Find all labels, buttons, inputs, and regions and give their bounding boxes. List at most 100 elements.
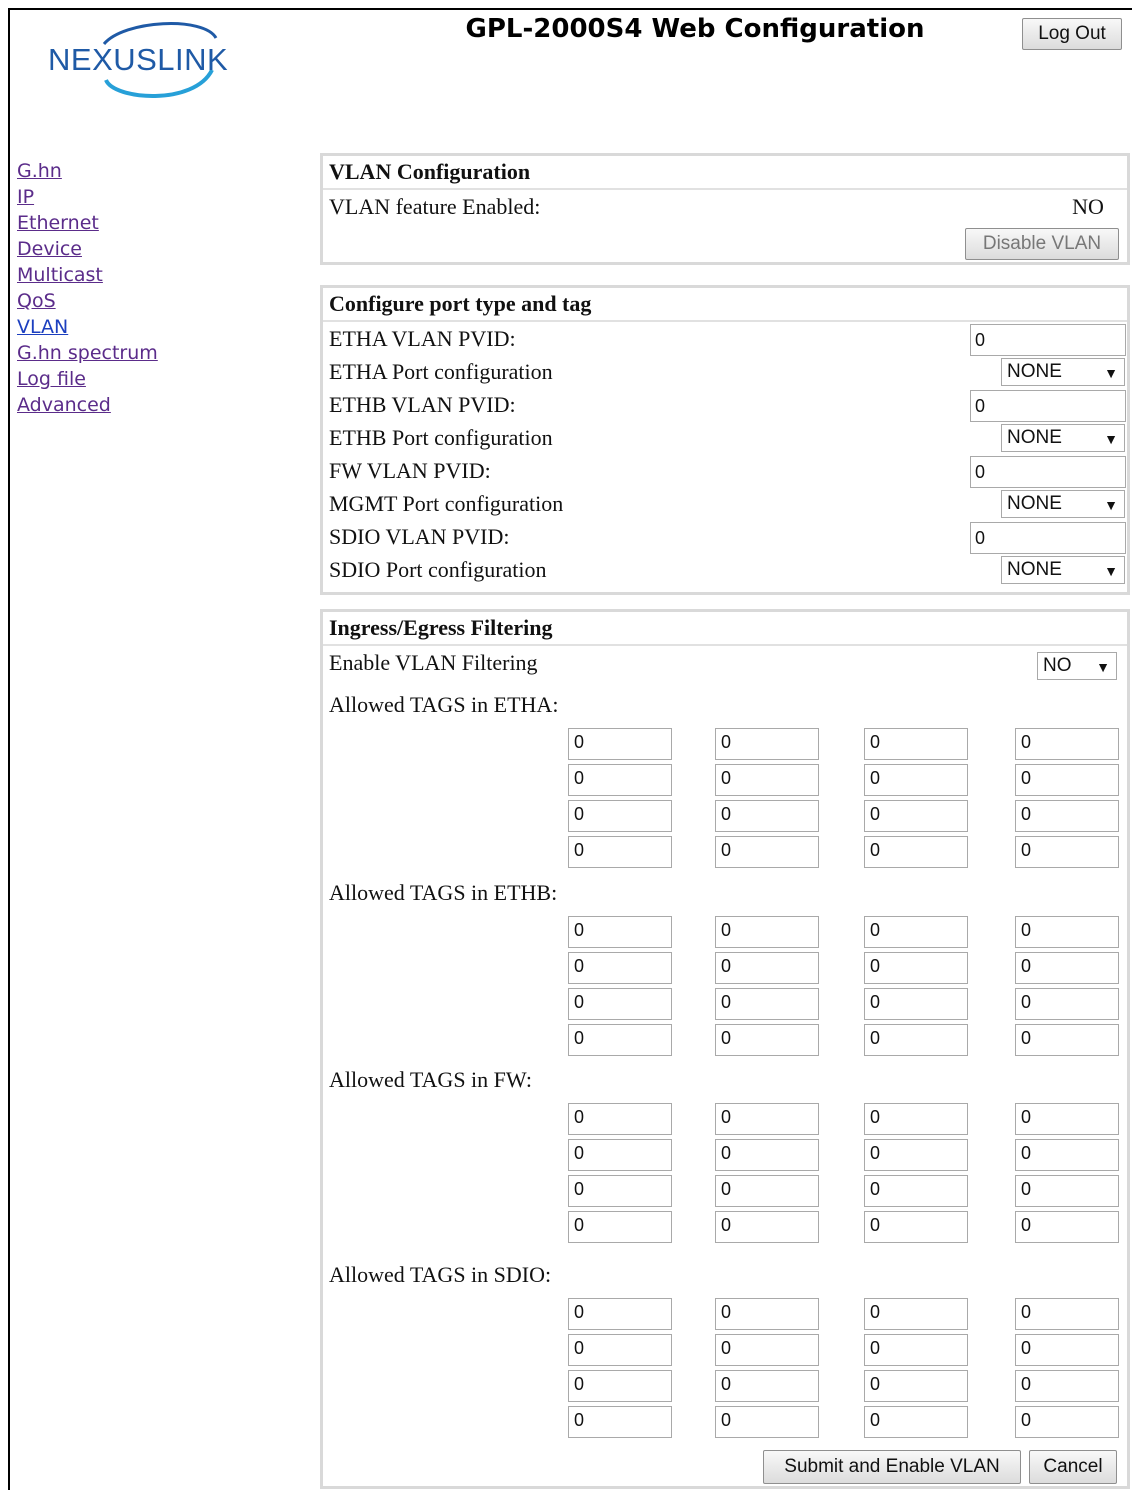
tag-input[interactable]: 0 xyxy=(715,764,819,796)
tag-input[interactable]: 0 xyxy=(715,1175,819,1207)
vlan-enabled-value: NO xyxy=(1072,194,1104,219)
tag-input[interactable]: 0 xyxy=(864,1406,968,1438)
tag-input[interactable]: 0 xyxy=(864,916,968,948)
tag-input[interactable]: 0 xyxy=(715,1370,819,1402)
vlan-enabled-label: VLAN feature Enabled: xyxy=(329,194,541,219)
nav-item-device[interactable]: Device xyxy=(17,236,158,262)
tag-input[interactable]: 0 xyxy=(864,1370,968,1402)
tag-input[interactable]: 0 xyxy=(864,988,968,1020)
port-config-label: SDIO Port configuration xyxy=(329,557,547,582)
tag-input[interactable]: 0 xyxy=(864,1211,968,1243)
tag-input[interactable]: 0 xyxy=(715,836,819,868)
cancel-button[interactable]: Cancel xyxy=(1029,1450,1117,1484)
pvid-input[interactable] xyxy=(970,324,1126,356)
tag-input[interactable]: 0 xyxy=(568,764,672,796)
port-config-row: SDIO VLAN PVID: xyxy=(323,520,1127,554)
port-config-row: ETHB VLAN PVID: xyxy=(323,388,1127,422)
tag-input[interactable]: 0 xyxy=(715,1211,819,1243)
tag-input[interactable]: 0 xyxy=(864,1139,968,1171)
tag-input[interactable]: 0 xyxy=(1015,1103,1119,1135)
tag-input[interactable]: 0 xyxy=(864,728,968,760)
tag-input[interactable]: 0 xyxy=(864,1175,968,1207)
tag-input[interactable]: 0 xyxy=(715,952,819,984)
tag-input[interactable]: 0 xyxy=(1015,952,1119,984)
tag-input[interactable]: 0 xyxy=(1015,1298,1119,1330)
tag-input[interactable]: 0 xyxy=(1015,1024,1119,1056)
nav-item-ethernet[interactable]: Ethernet xyxy=(17,210,158,236)
tag-input[interactable]: 0 xyxy=(568,1024,672,1056)
nav-item-multicast[interactable]: Multicast xyxy=(17,262,158,288)
tag-input[interactable]: 0 xyxy=(568,728,672,760)
port-type-select[interactable]: NONE ▼ xyxy=(1001,556,1125,584)
chevron-down-icon: ▼ xyxy=(1104,497,1118,513)
tag-input[interactable]: 0 xyxy=(1015,800,1119,832)
tag-input[interactable]: 0 xyxy=(715,916,819,948)
tag-input[interactable]: 0 xyxy=(864,1298,968,1330)
vlan-config-panel: VLAN Configuration VLAN feature Enabled:… xyxy=(320,153,1130,265)
tag-input[interactable]: 0 xyxy=(568,1103,672,1135)
tag-input[interactable]: 0 xyxy=(715,1024,819,1056)
tag-input[interactable]: 0 xyxy=(864,1334,968,1366)
tag-input[interactable]: 0 xyxy=(864,1103,968,1135)
tag-input[interactable]: 0 xyxy=(568,1175,672,1207)
port-config-row: SDIO Port configuration NONE ▼ xyxy=(323,553,1127,586)
filtering-title: Ingress/Egress Filtering xyxy=(323,612,1127,646)
port-type-select[interactable]: NONE ▼ xyxy=(1001,424,1125,452)
pvid-input[interactable] xyxy=(970,522,1126,554)
tag-input[interactable]: 0 xyxy=(864,764,968,796)
tag-input[interactable]: 0 xyxy=(715,1103,819,1135)
enable-filtering-select[interactable]: NO ▼ xyxy=(1037,652,1117,680)
tag-input[interactable]: 0 xyxy=(1015,988,1119,1020)
nav-item-qos[interactable]: QoS xyxy=(17,288,158,314)
tag-input[interactable]: 0 xyxy=(715,800,819,832)
tag-input[interactable]: 0 xyxy=(1015,1334,1119,1366)
tag-input[interactable]: 0 xyxy=(568,916,672,948)
chevron-down-icon: ▼ xyxy=(1104,431,1118,447)
disable-vlan-button[interactable]: Disable VLAN xyxy=(965,228,1119,260)
tag-input[interactable]: 0 xyxy=(1015,764,1119,796)
tag-input[interactable]: 0 xyxy=(1015,1211,1119,1243)
tag-input[interactable]: 0 xyxy=(864,1024,968,1056)
tag-input[interactable]: 0 xyxy=(568,1334,672,1366)
tag-input[interactable]: 0 xyxy=(1015,916,1119,948)
nav-item-log-file[interactable]: Log file xyxy=(17,366,158,392)
tag-input[interactable]: 0 xyxy=(715,1139,819,1171)
nav-item-ghn[interactable]: G.hn xyxy=(17,158,158,184)
tag-input[interactable]: 0 xyxy=(568,1370,672,1402)
tag-input[interactable]: 0 xyxy=(715,988,819,1020)
tag-input[interactable]: 0 xyxy=(715,1298,819,1330)
tag-input[interactable]: 0 xyxy=(715,1406,819,1438)
tag-input[interactable]: 0 xyxy=(568,836,672,868)
tag-input[interactable]: 0 xyxy=(1015,1175,1119,1207)
port-type-select[interactable]: NONE ▼ xyxy=(1001,358,1125,386)
tag-input[interactable]: 0 xyxy=(715,1334,819,1366)
tag-input[interactable]: 0 xyxy=(568,800,672,832)
tag-input[interactable]: 0 xyxy=(1015,1139,1119,1171)
tag-input[interactable]: 0 xyxy=(864,800,968,832)
tag-input[interactable]: 0 xyxy=(568,1406,672,1438)
nav-item-ghn-spectrum[interactable]: G.hn spectrum xyxy=(17,340,158,366)
tag-input[interactable]: 0 xyxy=(568,988,672,1020)
tag-input[interactable]: 0 xyxy=(568,952,672,984)
port-config-label: ETHB Port configuration xyxy=(329,425,553,450)
tag-input[interactable]: 0 xyxy=(715,728,819,760)
tag-input[interactable]: 0 xyxy=(864,952,968,984)
tag-input[interactable]: 0 xyxy=(1015,728,1119,760)
port-type-select[interactable]: NONE ▼ xyxy=(1001,490,1125,518)
nav-item-ip[interactable]: IP xyxy=(17,184,158,210)
tag-input[interactable]: 0 xyxy=(1015,1370,1119,1402)
submit-enable-vlan-button[interactable]: Submit and Enable VLAN xyxy=(763,1450,1021,1484)
logout-button[interactable]: Log Out xyxy=(1022,18,1122,50)
tag-input[interactable]: 0 xyxy=(568,1139,672,1171)
tag-input[interactable]: 0 xyxy=(568,1211,672,1243)
tag-input[interactable]: 0 xyxy=(1015,1406,1119,1438)
port-config-rows: ETHA VLAN PVID: ETHA Port configuration NO… xyxy=(323,322,1127,586)
tag-input[interactable]: 0 xyxy=(568,1298,672,1330)
nav-item-advanced[interactable]: Advanced xyxy=(17,392,158,418)
port-config-label: ETHA VLAN PVID: xyxy=(329,326,516,351)
nav-item-vlan[interactable]: VLAN xyxy=(17,314,158,340)
pvid-input[interactable] xyxy=(970,390,1126,422)
tag-input[interactable]: 0 xyxy=(1015,836,1119,868)
tag-input[interactable]: 0 xyxy=(864,836,968,868)
pvid-input[interactable] xyxy=(970,456,1126,488)
